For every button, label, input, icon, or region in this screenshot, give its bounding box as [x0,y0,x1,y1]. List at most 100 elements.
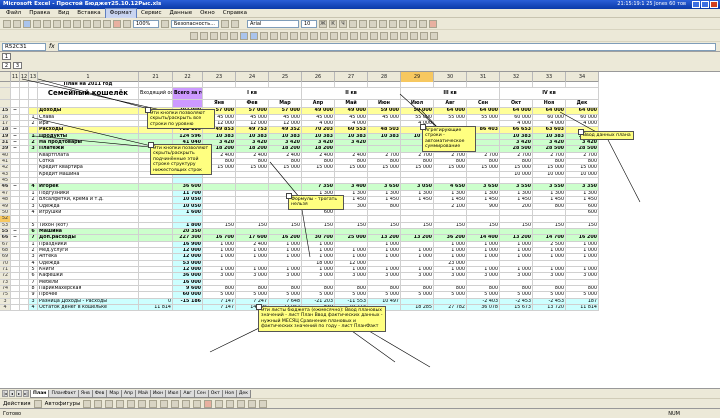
month-header[interactable]: Апр [302,100,335,109]
borders-icon[interactable] [409,19,417,28]
incoming-cell[interactable]: 11 814 [139,305,173,312]
oval-icon[interactable] [116,399,125,408]
quarter-header[interactable]: II кв [302,88,401,101]
tab-next-icon[interactable]: ▸ [16,390,22,397]
diagram-icon[interactable] [149,399,158,408]
column-header-cell[interactable]: 30 [434,72,467,82]
sheet-tab-3[interactable]: Фев [91,390,108,398]
font-color-icon[interactable] [429,19,437,28]
draw-fill-icon[interactable] [182,399,191,408]
font-size-select[interactable]: 10 [301,19,317,28]
month-header[interactable]: Фев [236,100,269,109]
note-formulas[interactable]: Формулы - трогать нельзя [286,193,344,210]
note-plan-input[interactable]: Ввод данных плана [578,128,634,141]
month-cell[interactable]: 36 078 [467,305,500,312]
month-header[interactable]: Ноя [533,100,566,109]
currency-icon[interactable] [389,19,397,28]
sort-asc-icon[interactable] [240,31,248,40]
note-aggregating-rows[interactable]: Агрегирующие строки - автоматическое сум… [420,124,476,152]
sheet-tab-0[interactable]: План [30,390,50,398]
column-header-cell[interactable]: 27 [335,72,368,82]
name-box[interactable]: R52C31 [2,42,46,51]
row-label[interactable]: Остаток денег в кошельке [38,305,139,312]
row-header[interactable]: 4 [0,305,11,312]
zoom-select[interactable]: 100% [133,19,159,28]
ungroup-icon[interactable] [200,31,208,40]
month-header[interactable]: Мар [269,100,302,109]
font-select[interactable]: Arial [247,19,299,28]
delete-col-icon[interactable] [370,31,378,40]
family-title[interactable]: Семейный кошелёк [38,88,139,101]
quarter-header[interactable]: III кв [401,88,500,101]
pivot-icon[interactable] [280,31,288,40]
share-icon[interactable] [320,31,328,40]
month-cell[interactable]: 18 285 [401,305,434,312]
menu-item-1[interactable]: Правка [25,9,54,18]
clipart-icon[interactable] [160,399,169,408]
underline-icon[interactable]: Ч [339,19,347,28]
tab-first-icon[interactable]: |◂ [2,390,8,397]
align-right-icon[interactable] [369,19,377,28]
preview-icon[interactable] [43,19,51,28]
menu-item-2[interactable]: Вид [54,9,73,18]
menu-item-6[interactable]: Данные [166,9,197,18]
quarter-header[interactable]: I кв [203,88,302,101]
column-header-cell[interactable]: 24 [236,72,269,82]
cut-icon[interactable] [63,19,71,28]
column-header-cell[interactable]: 25 [269,72,302,82]
cell[interactable] [20,305,29,312]
sheet-tab-5[interactable]: Апр [121,390,137,398]
cell[interactable] [11,88,20,101]
level-2-col-button[interactable]: 2 [2,62,11,69]
column-header-cell[interactable]: 34 [566,72,599,82]
row-header[interactable] [0,100,11,109]
cell[interactable] [20,100,29,109]
protect-icon[interactable] [310,31,318,40]
chart-icon[interactable] [113,19,121,28]
fill-color-icon[interactable] [419,19,427,28]
note-sheets-info[interactable]: Эти листы бюджета (ежмесячно): Ввод план… [256,304,386,332]
month-header[interactable]: Дек [566,100,599,109]
column-header-cell[interactable]: 21 [139,72,173,82]
vb-icon[interactable] [231,19,239,28]
comment-icon[interactable] [300,31,308,40]
select-arrow-icon[interactable] [33,399,42,408]
autoformat-icon[interactable] [390,31,398,40]
worksheet[interactable]: 1 2 3 11 12 13 1 21 22 23 24 25 26 27 28 29 30 31 32 33 3… [0,52,720,388]
rectangle-icon[interactable] [105,399,114,408]
column-header-cell[interactable]: 12 [20,72,29,82]
incoming-header[interactable]: Входящий остаток [139,88,173,101]
tab-last-icon[interactable]: ▸| [23,390,29,397]
month-header[interactable]: Окт [500,100,533,109]
outline-settings-icon[interactable] [230,31,238,40]
month-cell[interactable]: 15 673 [500,305,533,312]
column-header-cell[interactable]: 1 [38,72,139,82]
quarter-header[interactable]: IV кв [500,88,599,101]
draw-font-color-icon[interactable] [204,399,213,408]
shadow-icon[interactable] [248,399,257,408]
column-header-cell[interactable]: 11 [11,72,20,82]
cell-grid[interactable]: План на 2011 год Семейный кошелёк Входящий… [0,82,720,312]
month-cell[interactable]: 11 814 [566,305,599,312]
month-header[interactable]: Июн [368,100,401,109]
italic-icon[interactable]: К [329,19,337,28]
tab-prev-icon[interactable]: ◂ [9,390,15,397]
cell[interactable] [38,100,139,109]
paste-icon[interactable] [83,19,91,28]
copy-icon[interactable] [73,19,81,28]
outline-toggle[interactable] [11,305,20,312]
cell[interactable] [20,88,29,101]
sheet-tab-9[interactable]: Авг [180,390,195,398]
month-cell[interactable]: 27 782 [434,305,467,312]
redo-icon[interactable] [103,19,111,28]
help-icon[interactable] [161,19,169,28]
sheet-tab-2[interactable]: Янв [77,390,93,398]
sheet-tab-13[interactable]: Дек [235,390,252,398]
cell[interactable] [29,100,38,109]
sheet-tab-6[interactable]: Май [135,390,151,398]
bold-icon[interactable]: Ж [319,19,327,28]
autoshapes-menu[interactable]: Автофигуры [45,401,81,407]
sheet-tab-8[interactable]: Июл [165,390,182,398]
menu-item-3[interactable]: Вставка [73,9,104,18]
track-icon[interactable] [330,31,338,40]
